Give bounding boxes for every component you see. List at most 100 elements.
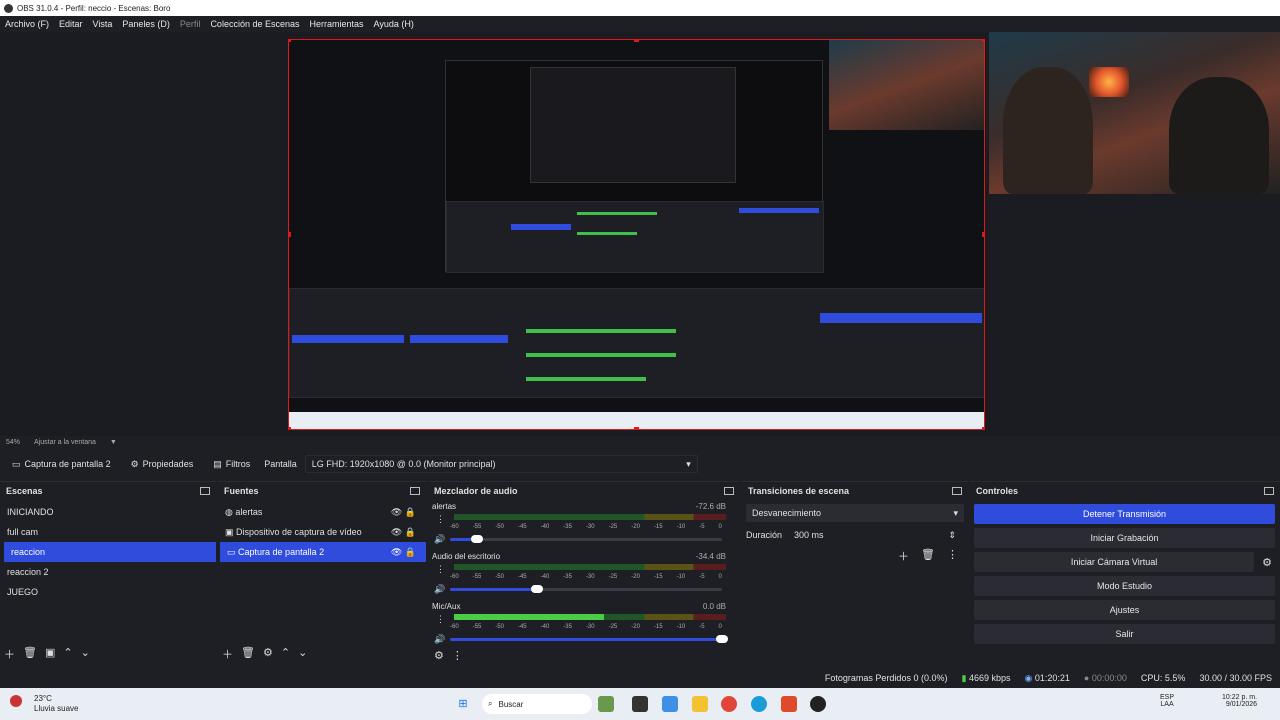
- add-icon[interactable]: ＋: [898, 548, 909, 564]
- chrome-icon[interactable]: [721, 696, 737, 712]
- search-icon: ⌕: [488, 699, 493, 708]
- scene-item-selected[interactable]: reaccion: [4, 542, 216, 562]
- brave-icon[interactable]: [781, 696, 797, 712]
- clock[interactable]: 10:22 p. m. 9/01/2026: [1222, 694, 1257, 708]
- undock-icon[interactable]: [724, 487, 734, 495]
- menu-editar[interactable]: Editar: [59, 19, 83, 29]
- gear-icon[interactable]: ⚙: [1262, 556, 1272, 569]
- undock-icon[interactable]: [410, 487, 420, 495]
- windows-start-icon[interactable]: ⊞: [455, 696, 471, 712]
- source-item-selected[interactable]: ▭ Captura de pantalla 2 👁 🔒: [220, 542, 426, 562]
- studio-mode-button[interactable]: Modo Estudio: [974, 576, 1275, 596]
- arrow-up-icon[interactable]: ⌃: [63, 646, 72, 662]
- folder-icon[interactable]: [692, 696, 708, 712]
- volume-slider[interactable]: [450, 535, 722, 543]
- tick-label: -55: [472, 624, 482, 630]
- speaker-icon[interactable]: 🔊: [434, 634, 445, 645]
- task-view-icon[interactable]: [632, 696, 648, 712]
- stop-stream-button[interactable]: Detener Transmisión: [974, 504, 1275, 524]
- source-item[interactable]: ◍ alertas 👁 🔒: [218, 502, 426, 522]
- edge-icon[interactable]: [751, 696, 767, 712]
- arrow-up-icon[interactable]: ⌃: [281, 646, 290, 662]
- screen-select[interactable]: LG FHD: 1920x1080 @ 0.0 (Monitor princip…: [304, 455, 698, 473]
- tick-label: 0: [718, 574, 722, 580]
- zoom-dropdown-icon[interactable]: ▼: [110, 439, 117, 446]
- menu-herramientas[interactable]: Herramientas: [310, 19, 364, 29]
- undock-icon[interactable]: [952, 487, 962, 495]
- volume-slider[interactable]: [450, 635, 728, 643]
- properties-button[interactable]: ⚙ Propiedades: [125, 456, 200, 473]
- zoom-fit[interactable]: Ajustar a la ventana: [34, 439, 96, 446]
- mixer-channels: alertas -72.6 dB ⋮ -60 -55 -50 -45 -40 -35 -30 -25…: [428, 500, 740, 650]
- language-indicator[interactable]: ESP LAA: [1160, 694, 1174, 708]
- arrow-down-icon[interactable]: ⌄: [298, 646, 307, 662]
- menu-coleccion-escenas[interactable]: Colección de Escenas: [210, 19, 299, 29]
- source-item[interactable]: ▣ Dispositivo de captura de vídeo 👁 🔒: [218, 522, 426, 542]
- search-label: Buscar: [498, 699, 524, 709]
- controls-title: Controles: [976, 486, 1019, 496]
- add-icon[interactable]: ＋: [4, 646, 15, 662]
- settings-button[interactable]: Ajustes: [974, 600, 1275, 620]
- arrow-down-icon[interactable]: ⌄: [81, 646, 90, 662]
- speaker-icon[interactable]: 🔊: [434, 584, 445, 595]
- trash-icon[interactable]: 🗑: [241, 646, 255, 662]
- menu-vista[interactable]: Vista: [93, 19, 113, 29]
- speaker-icon[interactable]: 🔊: [434, 534, 445, 545]
- copilot-icon[interactable]: [662, 696, 678, 712]
- channel-db: 0.0 dB: [702, 601, 726, 611]
- record-icon: ●: [1083, 673, 1090, 683]
- tick-label: 0: [718, 624, 722, 630]
- duration-input[interactable]: 300 ms ⇕: [790, 526, 961, 544]
- filter-icon[interactable]: ▣: [45, 646, 55, 662]
- start-virtual-camera-button[interactable]: Iniciar Cámara Virtual: [974, 552, 1255, 572]
- scene-item[interactable]: INICIANDO: [0, 502, 216, 522]
- scene-item[interactable]: full cam: [0, 522, 216, 542]
- lock-icon[interactable]: 🔒: [405, 547, 416, 557]
- eye-icon[interactable]: 👁: [391, 547, 402, 557]
- obs-icon[interactable]: [810, 696, 826, 712]
- gear-icon: ⚙: [130, 458, 139, 469]
- advanced-audio-icon[interactable]: ⚙: [434, 649, 444, 662]
- gear-icon[interactable]: ⚙: [263, 646, 273, 662]
- tick-label: -10: [676, 574, 686, 580]
- transition-select[interactable]: Desvanecimiento ▾: [746, 504, 964, 522]
- menu-paneles[interactable]: Paneles (D): [122, 19, 170, 29]
- taskbar-search[interactable]: ⌕ Buscar: [482, 694, 592, 714]
- scene-item[interactable]: JUEGO: [0, 582, 216, 602]
- menu-ayuda[interactable]: Ayuda (H): [374, 19, 414, 29]
- sources-dock: Fuentes ◍ alertas 👁 🔒 ▣ Dispositivo de c…: [218, 481, 426, 666]
- lock-icon[interactable]: 🔒: [405, 527, 416, 537]
- eye-icon[interactable]: 👁: [391, 507, 402, 517]
- menu-dots-icon[interactable]: ⋮: [947, 548, 958, 564]
- menu-archivo[interactable]: Archivo (F): [5, 19, 49, 29]
- globe-icon: ◍: [225, 506, 233, 517]
- add-icon[interactable]: ＋: [222, 646, 233, 662]
- scene-item[interactable]: reaccion 2: [0, 562, 216, 582]
- fireplace-image: [1089, 67, 1129, 97]
- channel-db: -34.4 dB: [695, 551, 726, 561]
- menu-dots-icon[interactable]: ⋮: [436, 614, 445, 625]
- menu-dots-icon[interactable]: ⋮: [452, 649, 463, 662]
- start-recording-button[interactable]: Iniciar Grabación: [974, 528, 1275, 548]
- filters-button[interactable]: ▤ Filtros: [207, 456, 256, 473]
- preview-canvas[interactable]: [288, 39, 985, 430]
- sources-list: ◍ alertas 👁 🔒 ▣ Dispositivo de captura d…: [218, 500, 426, 562]
- spin-arrows-icon[interactable]: ⇕: [948, 530, 956, 541]
- exit-button[interactable]: Salir: [974, 624, 1275, 644]
- undock-icon[interactable]: [200, 487, 210, 495]
- volume-slider[interactable]: [450, 585, 722, 593]
- scenes-list: INICIANDO full cam reaccion reaccion 2 J…: [0, 500, 216, 602]
- source-item-label: Dispositivo de captura de vídeo: [236, 526, 362, 537]
- menu-dots-icon[interactable]: ⋮: [436, 564, 445, 575]
- menu-perfil[interactable]: Perfil: [180, 19, 201, 29]
- eye-icon[interactable]: 👁: [391, 527, 402, 537]
- lock-icon[interactable]: 🔒: [405, 507, 416, 517]
- menu-bar: Archivo (F) Editar Vista Paneles (D) Per…: [0, 16, 1280, 32]
- game-icon[interactable]: [598, 696, 614, 712]
- window-title: OBS 31.0.4 - Perfil: neccio - Escenas: B…: [17, 3, 171, 13]
- trash-icon[interactable]: 🗑: [23, 646, 37, 662]
- trash-icon[interactable]: 🗑: [921, 548, 935, 564]
- filters-label: Filtros: [225, 459, 251, 469]
- undock-icon[interactable]: [1264, 487, 1274, 495]
- menu-dots-icon[interactable]: ⋮: [436, 514, 445, 525]
